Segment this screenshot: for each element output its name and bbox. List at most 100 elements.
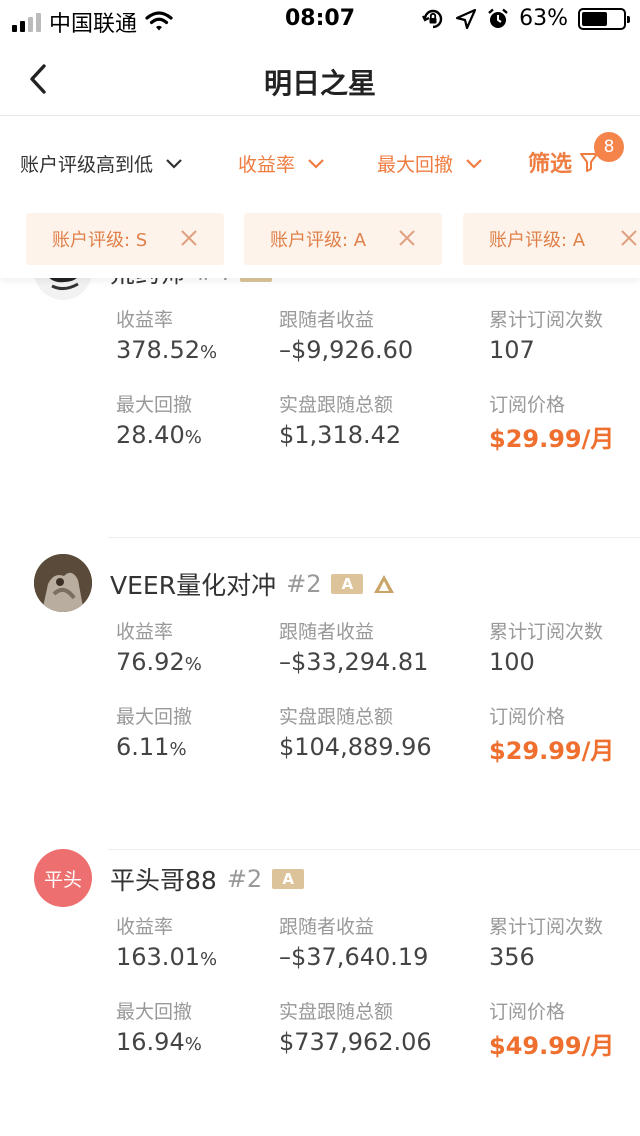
filter-chip[interactable]: 账户评级: A <box>463 213 640 265</box>
active-filter-chips: 账户评级: S 账户评级: A 账户评级: A <box>0 208 640 278</box>
subscriptions-value: 107 <box>489 336 535 364</box>
filter-chip-label: 账户评级: A <box>489 230 586 251</box>
status-bar: 中国联通 08:07 63% <box>0 0 640 40</box>
chevron-down-icon <box>308 158 324 169</box>
max-drawdown-label: 最大回撤 <box>116 706 193 728</box>
max-drawdown-value: 16.94% <box>116 1028 202 1056</box>
trader-name-row: 荒药师 #4 A <box>110 278 273 290</box>
sort-return-rate-label: 收益率 <box>238 154 296 176</box>
alarm-icon <box>488 8 508 28</box>
trader-rank: #4 <box>195 278 230 286</box>
trader-card[interactable]: 平头 平头哥88 #2 A 收益率 跟随者收益 累计订阅次数 163.01% –… <box>0 849 640 1136</box>
sort-return-rate[interactable]: 收益率 <box>238 150 325 177</box>
battery-icon <box>578 7 630 30</box>
percent-unit: % <box>169 739 187 760</box>
percent-unit: % <box>199 342 218 363</box>
trader-list: 荒药师 #4 A 收益率 跟随者收益 累计订阅次数 378.52% –$9,92… <box>0 278 640 1136</box>
follower-profit-value: –$37,640.19 <box>279 943 429 971</box>
sub-price-label: 订阅价格 <box>489 394 566 416</box>
max-drawdown-number: 28.40 <box>116 421 185 449</box>
percent-unit: % <box>184 427 202 448</box>
live-follow-total-value: $737,962.06 <box>279 1028 432 1056</box>
max-drawdown-label: 最大回撤 <box>116 1001 193 1023</box>
follower-profit-label: 跟随者收益 <box>279 309 375 331</box>
sort-max-drawdown[interactable]: 最大回撤 <box>377 150 483 177</box>
status-right: 63% <box>421 6 630 31</box>
avatar <box>34 278 92 300</box>
live-follow-total-value: $104,889.96 <box>279 733 432 761</box>
return-rate-value: 163.01% <box>116 943 217 971</box>
max-drawdown-value: 6.11% <box>116 733 187 761</box>
grade-badge: A <box>240 278 273 282</box>
return-rate-label: 收益率 <box>116 916 174 938</box>
live-follow-total-label: 实盘跟随总额 <box>279 706 394 728</box>
close-icon[interactable] <box>396 227 418 249</box>
trader-card[interactable]: 荒药师 #4 A 收益率 跟随者收益 累计订阅次数 378.52% –$9,92… <box>0 278 640 538</box>
sub-price-value: $29.99/月 <box>489 737 615 765</box>
sort-max-drawdown-label: 最大回撤 <box>377 154 454 176</box>
avatar: 平头 <box>34 849 92 907</box>
subscriptions-value: 356 <box>489 943 535 971</box>
follower-profit-label: 跟随者收益 <box>279 916 375 938</box>
filter-chip[interactable]: 账户评级: S <box>26 213 224 265</box>
trader-rank: #2 <box>286 570 322 598</box>
sort-bar: 账户评级高到低 收益率 最大回撤 筛选 <box>0 116 640 208</box>
filter-chip-label: 账户评级: A <box>270 230 367 251</box>
filter-chip[interactable]: 账户评级: A <box>244 213 442 265</box>
orientation-lock-icon <box>422 9 443 28</box>
filter-button[interactable]: 筛选 <box>528 146 599 178</box>
page-title: 明日之星 <box>263 67 376 100</box>
grade-badge: A <box>331 574 364 594</box>
subscriptions-label: 累计订阅次数 <box>489 309 604 331</box>
sub-price-label: 订阅价格 <box>489 706 566 728</box>
battery-fill <box>582 11 608 26</box>
battery-percent: 63% <box>519 6 568 31</box>
chevron-down-icon <box>466 158 482 169</box>
sub-price-value: $29.99/月 <box>489 425 615 453</box>
filter-label: 筛选 <box>528 152 573 177</box>
sort-account-rating-label: 账户评级高到低 <box>20 154 154 176</box>
return-rate-value: 378.52% <box>116 336 217 364</box>
percent-unit: % <box>184 654 202 675</box>
max-drawdown-number: 6.11 <box>116 733 170 761</box>
subscriptions-label: 累计订阅次数 <box>489 621 604 643</box>
sub-price-value: $49.99/月 <box>489 1032 615 1060</box>
follower-profit-value: –$33,294.81 <box>279 648 429 676</box>
trader-name-row: 平头哥88 #2 A <box>110 861 305 897</box>
trader-rank: #2 <box>226 865 263 893</box>
divider <box>108 537 640 538</box>
max-drawdown-number: 16.94 <box>116 1028 185 1056</box>
triangle-badge-icon <box>374 575 395 593</box>
sub-price-label: 订阅价格 <box>489 1001 566 1023</box>
trader-name-row: VEER量化对冲 #2 A <box>110 566 395 602</box>
follower-profit-value: –$9,926.60 <box>279 336 414 364</box>
return-rate-value: 76.92% <box>116 648 202 676</box>
subscriptions-value: 100 <box>489 648 535 676</box>
max-drawdown-value: 28.40% <box>116 421 202 449</box>
close-icon[interactable] <box>618 227 640 249</box>
return-rate-number: 378.52 <box>116 336 200 364</box>
follower-profit-label: 跟随者收益 <box>279 621 375 643</box>
max-drawdown-label: 最大回撤 <box>116 394 193 416</box>
filter-chip-label: 账户评级: S <box>52 230 148 251</box>
avatar <box>34 554 92 612</box>
trader-name: 平头哥88 <box>110 866 217 895</box>
trader-name: VEER量化对冲 <box>110 571 277 600</box>
percent-unit: % <box>184 1034 202 1055</box>
location-icon <box>455 8 477 29</box>
grade-badge: A <box>272 869 305 889</box>
chevron-down-icon <box>166 158 182 169</box>
live-follow-total-label: 实盘跟随总额 <box>279 394 394 416</box>
avatar-text: 平头 <box>43 868 82 891</box>
percent-unit: % <box>199 949 218 970</box>
live-follow-total-label: 实盘跟随总额 <box>279 1001 394 1023</box>
live-follow-total-value: $1,318.42 <box>279 421 402 449</box>
return-rate-label: 收益率 <box>116 309 174 331</box>
sort-account-rating[interactable]: 账户评级高到低 <box>20 150 183 177</box>
return-rate-label: 收益率 <box>116 621 174 643</box>
nav-bar: 明日之星 <box>0 40 640 116</box>
subscriptions-label: 累计订阅次数 <box>489 916 604 938</box>
close-icon[interactable] <box>178 227 200 249</box>
return-rate-number: 76.92 <box>116 648 185 676</box>
trader-card[interactable]: VEER量化对冲 #2 A 收益率 跟随者收益 累计订阅次数 76.92% –$… <box>0 554 640 850</box>
